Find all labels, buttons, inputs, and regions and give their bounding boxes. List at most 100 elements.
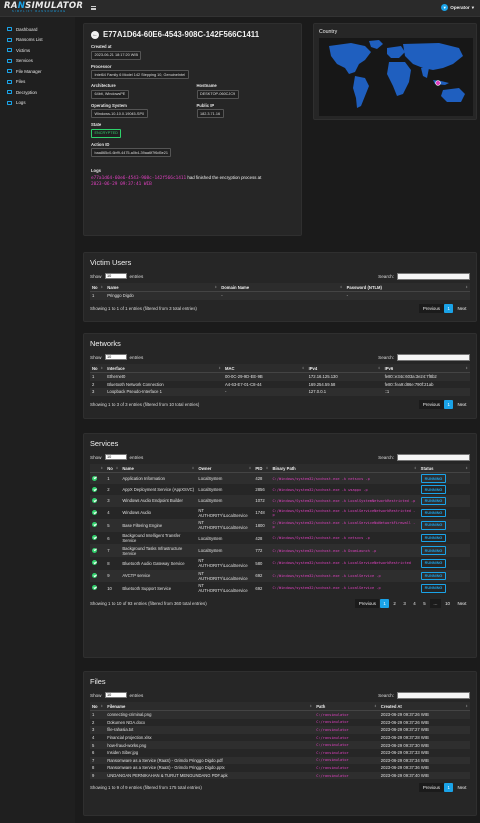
previous-page-button[interactable]: Previous <box>419 783 444 793</box>
services-search-input[interactable] <box>397 453 470 461</box>
victims-length-select[interactable]: 10 <box>104 272 127 280</box>
networks-col-header[interactable]: IPv4 <box>306 364 383 373</box>
victims-col-header[interactable]: No <box>90 283 106 292</box>
next-page-button[interactable]: Next <box>454 599 470 608</box>
next-page-button[interactable]: Next <box>454 400 470 409</box>
services-col-header[interactable]: Owner <box>196 464 254 473</box>
sidebar-item-file-manager[interactable]: File Manager <box>0 66 75 77</box>
files-col-header[interactable]: Filename <box>105 702 315 711</box>
previous-page-button[interactable]: Previous <box>419 303 444 313</box>
networks-col-header[interactable]: No <box>90 364 106 373</box>
page-button[interactable]: 3 <box>400 599 409 608</box>
table-row[interactable]: 1 Pringgo Digdo - - <box>90 291 470 300</box>
table-row[interactable]: 7 Background Tasks Infrastructure Service… <box>90 544 470 557</box>
world-map[interactable] <box>319 38 473 116</box>
next-page-button[interactable]: Next <box>454 783 470 792</box>
table-row[interactable]: 1 Ethernet0 00-0C-29-9D-EE-9B 172.16.125.13… <box>90 372 470 381</box>
brand-logo[interactable]: RANSIMULATOR SIMPLIFY RANSOMWARE <box>4 2 83 14</box>
table-row[interactable]: 2 Bluetooth Network Connection A4-63-E7-01… <box>90 380 470 389</box>
page-button[interactable]: 10 <box>442 599 454 608</box>
page-button[interactable]: 2 <box>390 599 399 608</box>
files-search-input[interactable] <box>397 691 470 699</box>
victims-search-input[interactable] <box>397 272 470 280</box>
page-button[interactable]: … <box>429 598 442 608</box>
sidebar-item-dashboard[interactable]: Dashboard <box>0 24 75 35</box>
files-col-header[interactable]: Path <box>314 702 379 711</box>
victims-col-header[interactable]: Domain Name <box>219 283 345 292</box>
state-badge: ENCRYPTED <box>91 128 122 138</box>
files-length-select[interactable]: 10 <box>104 691 127 699</box>
back-arrow-icon[interactable]: ← <box>91 30 99 39</box>
operator-menu[interactable]: ▼ Operator ▾ <box>441 4 474 11</box>
services-col-header[interactable]: Binary Path <box>270 464 419 473</box>
page-button[interactable]: 4 <box>410 599 419 608</box>
table-row[interactable]: 10 Bluetooth Support Service NT AUTHORITY\… <box>90 582 470 595</box>
table-row[interactable]: 5 Base Filtering Engine NT AUTHORITY\Local… <box>90 519 470 532</box>
log-entry: e77a1d64-60e6-4543-908c-142f566c1411 had… <box>91 175 294 188</box>
services-length-select[interactable]: 10 <box>104 453 127 461</box>
table-cell: 1 <box>90 291 106 300</box>
menu-toggle-icon[interactable] <box>91 5 97 11</box>
sidebar-item-label: Decryption <box>16 89 37 95</box>
table-cell: C:/Windows/system32/svchost.exe -k DcomL… <box>270 544 419 557</box>
networks-col-header[interactable]: Interface <box>105 364 223 373</box>
table-cell: C:/Windows/system32/svchost.exe -k Local… <box>270 519 419 532</box>
sidebar-item-label: Victims <box>16 47 31 53</box>
sidebar-item-logs[interactable]: Logs <box>0 98 75 109</box>
sidebar-item-ransoms-list[interactable]: Ransoms List <box>0 35 75 46</box>
table-cell: 5 <box>105 519 121 532</box>
sidebar-item-services[interactable]: Services <box>0 56 75 67</box>
table-row[interactable]: 1 connecting-criminal.png C:/ransimulator 2… <box>90 710 470 719</box>
services-col-header[interactable] <box>90 464 106 473</box>
sidebar-item-files[interactable]: Files <box>0 77 75 88</box>
table-row[interactable]: 5 how-fraud-works.png C:/ransimulator 2023-… <box>90 741 470 749</box>
created-value: 2023-06-21 18:17:20 WIB <box>91 50 142 60</box>
created-label: Created at <box>91 44 112 49</box>
page-button[interactable]: 1 <box>444 303 454 313</box>
table-row[interactable]: 1 Application Information LocalSystem 428 C:… <box>90 472 470 485</box>
table-row[interactable]: 9 UNDANGAN PERNIKAHAN & TURUT MENGUNDANG … <box>90 771 470 780</box>
table-row[interactable]: 3 Windows Audio Endpoint Builder LocalSyst… <box>90 495 470 507</box>
table-row[interactable]: 3 file-rahasia.txt C:/ransimulator 2023-06-… <box>90 726 470 734</box>
next-page-button[interactable]: Next <box>454 304 470 313</box>
page-button[interactable]: 1 <box>444 783 454 793</box>
table-row[interactable]: 8 Ransomware as a Service (RaaS) - Grimdo… <box>90 764 470 772</box>
victims-col-header[interactable]: Password (NTLM) <box>344 283 470 292</box>
table-row[interactable]: 2 Dokumen NDA.docx C:/ransimulator 2023-06-… <box>90 718 470 727</box>
sidebar-item-decryption[interactable]: Decryption <box>0 87 75 98</box>
table-row[interactable]: 9 AVCTP service NT AUTHORITY\LocalService 6… <box>90 569 470 583</box>
page-button[interactable]: 5 <box>420 599 429 608</box>
table-row[interactable]: 4 Financial projection.xlsx C:/ransimulato… <box>90 733 470 742</box>
table-cell: C:/Windows/System32/svchost.exe -k Local… <box>270 495 419 507</box>
show-label: Show <box>90 454 102 460</box>
networks-search-input[interactable] <box>397 353 470 361</box>
page-button[interactable]: 1 <box>379 598 390 608</box>
files-col-header[interactable]: Created At <box>378 702 470 711</box>
services-col-header[interactable]: No <box>105 464 121 473</box>
files-col-header[interactable]: No <box>90 702 106 711</box>
table-row[interactable]: 8 Bluetooth Audio Gateway Service NT AUTHO… <box>90 556 470 570</box>
page-button[interactable]: 1 <box>444 399 454 409</box>
services-col-header[interactable]: Name <box>120 464 197 473</box>
previous-page-button[interactable]: Previous <box>355 598 380 608</box>
table-cell: Bluetooth Network Connection <box>105 380 223 389</box>
networks-col-header[interactable]: IPv6 <box>382 364 470 373</box>
victims-pagination: Previous 1 Next <box>419 303 470 313</box>
victims-col-header[interactable]: Name <box>105 283 220 292</box>
os-value: Windows-10-10.0.19045-SP0 <box>91 109 148 118</box>
table-cell: 8 <box>90 764 106 772</box>
table-row[interactable]: 6 Insiden Siber.jpg C:/ransimulator 2023-06… <box>90 748 470 757</box>
table-cell: C:/Windows/system32/svchost.exe -k wsapp… <box>270 484 419 496</box>
services-col-header[interactable]: Status <box>418 464 470 473</box>
table-row[interactable]: 7 Ransomware as a Service (RaaS) - Grimdo… <box>90 756 470 765</box>
services-col-header[interactable]: PID <box>253 464 271 473</box>
previous-page-button[interactable]: Previous <box>419 399 444 409</box>
networks-length-select[interactable]: 10 <box>104 353 127 361</box>
table-row[interactable]: 2 AppX Deployment Service (AppXSVC) LocalS… <box>90 484 470 496</box>
table-row[interactable]: 4 Windows Audio NT AUTHORITY\LocalService 1… <box>90 506 470 520</box>
table-cell: 772 <box>253 544 271 557</box>
table-row[interactable]: 6 Background Intelligent Transfer Service… <box>90 531 470 545</box>
networks-col-header[interactable]: MAC <box>222 364 307 373</box>
table-row[interactable]: 3 Loopback Pseudo-Interface 1-127.0.0.1::… <box>90 388 470 396</box>
sidebar-item-victims[interactable]: Victims <box>0 45 75 56</box>
